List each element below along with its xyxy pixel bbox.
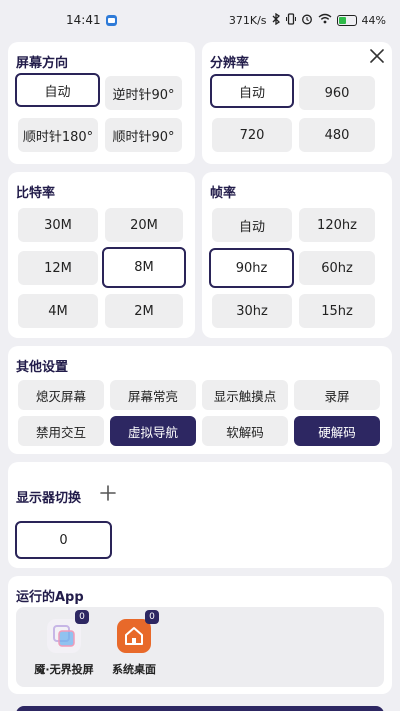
app-label: 系统桌面 — [112, 663, 156, 676]
bitrate-card: 比特率 30M 20M 12M 8M 4M 2M — [8, 172, 195, 338]
app-badge: 0 — [75, 610, 89, 624]
mirror-app-icon: 0 — [47, 610, 89, 653]
other-settings-title: 其他设置 — [16, 360, 69, 375]
close-icon[interactable] — [368, 47, 386, 65]
bitrate-2m-button[interactable]: 2M — [105, 294, 183, 328]
bluetooth-icon — [272, 12, 281, 27]
bottom-action-bar[interactable] — [16, 706, 384, 711]
orientation-cw90-button[interactable]: 顺时针90° — [105, 118, 182, 152]
display-0-button[interactable]: 0 — [15, 521, 112, 559]
orientation-ccw90-button[interactable]: 逆时针90° — [105, 76, 182, 110]
running-app-mirror[interactable]: 0 魇·无界投屏 — [24, 610, 104, 677]
status-bar: 14:41 371K/s 44% — [0, 0, 400, 40]
add-display-icon[interactable] — [100, 485, 116, 501]
record-screen-button[interactable]: 录屏 — [294, 380, 380, 410]
app-notification-icon — [105, 14, 117, 26]
resolution-480-button[interactable]: 480 — [299, 118, 375, 152]
resolution-720-button[interactable]: 720 — [212, 118, 292, 152]
framerate-120hz-button[interactable]: 120hz — [299, 208, 375, 242]
disable-interaction-button[interactable]: 禁用交互 — [18, 416, 104, 446]
status-time: 14:41 — [66, 13, 101, 27]
framerate-90hz-button[interactable]: 90hz — [209, 248, 294, 288]
orientation-card: 屏幕方向 自动 逆时针90° 顺时针180° 顺时针90° — [8, 42, 195, 164]
virtual-nav-button[interactable]: 虚拟导航 — [110, 416, 196, 446]
framerate-30hz-button[interactable]: 30hz — [212, 294, 292, 328]
display-switch-card: 显示器切换 0 — [8, 462, 392, 568]
keep-awake-button[interactable]: 屏幕常亮 — [110, 380, 196, 410]
orientation-title: 屏幕方向 — [16, 56, 69, 71]
framerate-title: 帧率 — [210, 186, 237, 201]
alarm-icon — [301, 13, 313, 28]
hardware-decode-button[interactable]: 硬解码 — [294, 416, 380, 446]
running-apps-tray: 0 魇·无界投屏 0 系统桌面 — [16, 607, 384, 687]
bitrate-8m-button[interactable]: 8M — [102, 247, 186, 288]
orientation-auto-button[interactable]: 自动 — [15, 73, 100, 107]
software-decode-button[interactable]: 软解码 — [202, 416, 288, 446]
framerate-15hz-button[interactable]: 15hz — [299, 294, 375, 328]
bitrate-20m-button[interactable]: 20M — [105, 208, 183, 242]
network-speed: 371K/s — [228, 13, 267, 27]
running-app-launcher[interactable]: 0 系统桌面 — [94, 610, 174, 677]
vibrate-icon — [285, 12, 296, 28]
bitrate-4m-button[interactable]: 4M — [18, 294, 98, 328]
framerate-auto-button[interactable]: 自动 — [212, 208, 292, 242]
bitrate-12m-button[interactable]: 12M — [18, 251, 98, 285]
screen-off-button[interactable]: 熄灭屏幕 — [18, 380, 104, 410]
show-touches-button[interactable]: 显示触摸点 — [202, 380, 288, 410]
resolution-960-button[interactable]: 960 — [299, 76, 375, 110]
resolution-card: 分辨率 自动 960 720 480 — [202, 42, 392, 164]
resolution-title: 分辨率 — [210, 56, 250, 71]
home-icon: 0 — [117, 610, 159, 653]
battery-icon — [336, 14, 357, 26]
wifi-icon — [318, 13, 332, 27]
other-settings-card: 其他设置 熄灭屏幕 屏幕常亮 显示触摸点 录屏 禁用交互 虚拟导航 软解码 硬解… — [8, 346, 392, 454]
framerate-card: 帧率 自动 120hz 90hz 60hz 30hz 15hz — [202, 172, 392, 338]
bitrate-title: 比特率 — [16, 186, 56, 201]
app-label: 魇·无界投屏 — [34, 663, 94, 676]
app-badge: 0 — [145, 610, 159, 624]
framerate-60hz-button[interactable]: 60hz — [299, 251, 375, 285]
bitrate-30m-button[interactable]: 30M — [18, 208, 98, 242]
orientation-cw180-button[interactable]: 顺时针180° — [18, 118, 98, 152]
display-switch-title: 显示器切换 — [16, 491, 82, 506]
running-apps-title: 运行的App — [16, 590, 84, 605]
battery-percent: 44% — [361, 13, 386, 27]
resolution-auto-button[interactable]: 自动 — [210, 74, 294, 108]
